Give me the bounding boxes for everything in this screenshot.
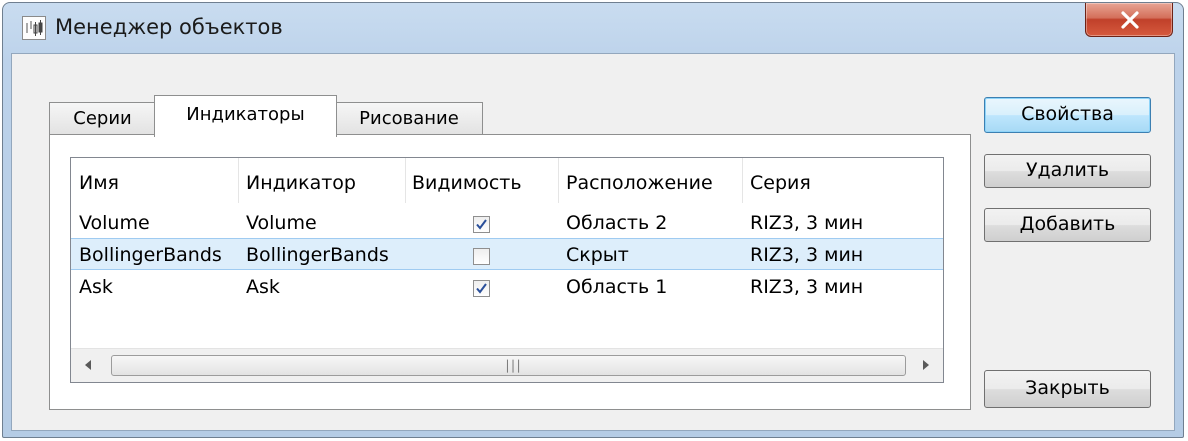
column-header-indicator[interactable]: Индикатор (246, 172, 356, 194)
indicators-tab-panel: Имя Индикатор Видимость Расположение Сер… (49, 134, 971, 410)
cell-location: Область 1 (566, 276, 668, 298)
close-button[interactable]: Закрыть (984, 370, 1151, 408)
window-title: Менеджер объектов (55, 15, 283, 39)
indicators-table[interactable]: Имя Индикатор Видимость Расположение Сер… (70, 157, 944, 383)
column-divider[interactable] (742, 158, 743, 203)
grip-icon: │││ (504, 360, 522, 373)
column-divider[interactable] (558, 158, 559, 203)
app-icon (22, 16, 46, 40)
scrollbar-thumb[interactable]: │││ (111, 355, 906, 376)
cell-indicator: Ask (246, 276, 280, 298)
cell-indicator: BollingerBands (246, 244, 389, 266)
delete-button[interactable]: Удалить (984, 154, 1151, 188)
tab-series-label: Серии (73, 108, 132, 129)
cell-name: BollingerBands (79, 244, 222, 266)
close-icon (1121, 11, 1139, 29)
horizontal-scrollbar[interactable]: │││ (71, 348, 943, 382)
column-divider[interactable] (238, 158, 239, 203)
visibility-checkbox[interactable] (473, 280, 490, 297)
tab-indicators[interactable]: Индикаторы (154, 95, 337, 137)
cell-indicator: Volume (246, 212, 317, 234)
close-window-button[interactable] (1085, 3, 1173, 37)
tab-drawing[interactable]: Рисование (335, 102, 483, 135)
cell-series: RIZ3, 3 мин (750, 276, 864, 298)
column-header-name[interactable]: Имя (79, 172, 119, 194)
cell-location: Область 2 (566, 212, 668, 234)
visibility-checkbox[interactable] (473, 248, 490, 265)
cell-series: RIZ3, 3 мин (750, 212, 864, 234)
tab-series[interactable]: Серии (49, 102, 156, 135)
column-header-visibility[interactable]: Видимость (412, 172, 522, 194)
title-bar[interactable]: Менеджер объектов (3, 3, 1183, 53)
scroll-right-arrow-icon[interactable] (923, 360, 929, 370)
cell-name: Ask (79, 276, 113, 298)
scroll-left-arrow-icon[interactable] (85, 360, 91, 370)
checkmark-icon (476, 219, 487, 230)
column-divider[interactable] (405, 158, 406, 203)
cell-series: RIZ3, 3 мин (750, 244, 864, 266)
column-header-series[interactable]: Серия (750, 172, 811, 194)
cell-name: Volume (79, 212, 150, 234)
object-manager-window: Менеджер объектов Серии Индикаторы Рисов… (2, 2, 1184, 438)
tab-indicators-label: Индикаторы (186, 104, 305, 125)
visibility-checkbox[interactable] (473, 216, 490, 233)
column-header-location[interactable]: Расположение (566, 172, 713, 194)
properties-button[interactable]: Свойства (984, 97, 1151, 133)
dialog-client-area: Серии Индикаторы Рисование Имя Индикатор… (11, 53, 1175, 431)
cell-location: Скрыт (566, 244, 629, 266)
tab-drawing-label: Рисование (359, 108, 459, 129)
checkmark-icon (476, 283, 487, 294)
add-button[interactable]: Добавить (984, 208, 1151, 242)
